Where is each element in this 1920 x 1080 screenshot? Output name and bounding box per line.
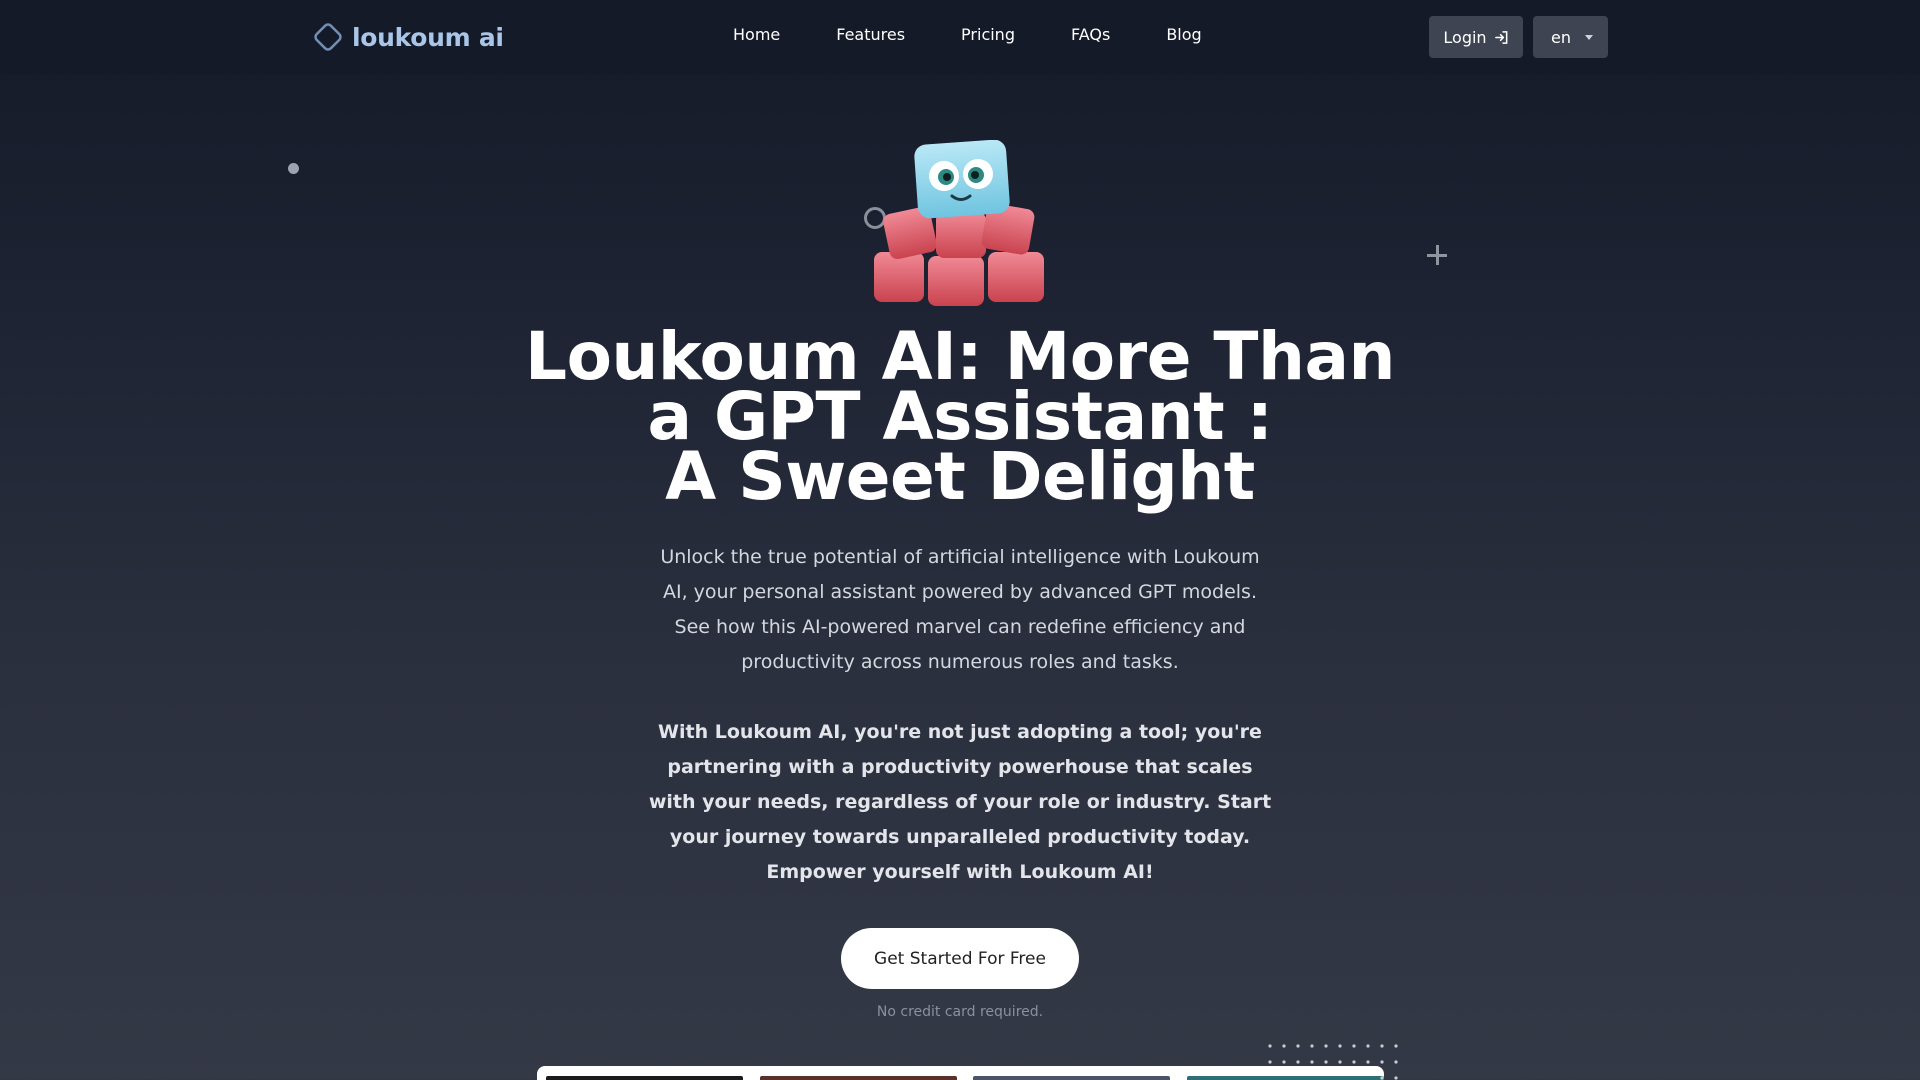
nav-link-features[interactable]: Features [836, 25, 905, 44]
mascot-illustration [874, 140, 1044, 306]
hero-title-line: A Sweet Delight [665, 438, 1255, 515]
hero-title: Loukoum AI: More Than a GPT Assistant : … [460, 324, 1460, 515]
preview-thumbnail[interactable] [546, 1076, 743, 1080]
hero-description-bold: With Loukoum AI, you're not just adoptin… [648, 721, 1272, 883]
diamond-logo-icon [314, 23, 342, 51]
nav-link-home[interactable]: Home [733, 25, 780, 44]
language-label: en [1551, 27, 1571, 47]
preview-thumbnail[interactable] [973, 1076, 1170, 1080]
nav-link-blog[interactable]: Blog [1166, 25, 1201, 44]
login-button[interactable]: Login [1429, 16, 1523, 58]
language-dropdown[interactable]: en [1533, 16, 1608, 58]
get-started-button[interactable]: Get Started For Free [841, 928, 1079, 989]
brand-logo-link[interactable]: loukoum ai [310, 19, 504, 55]
caret-down-icon [1584, 34, 1593, 40]
nav-link-faqs[interactable]: FAQs [1071, 25, 1110, 44]
cta-note: No credit card required. [876, 1004, 1044, 1020]
main-nav: Home Features Pricing FAQs Blog [733, 25, 1202, 44]
sign-in-arrow-icon [1494, 30, 1507, 44]
login-label: Login [1443, 27, 1487, 47]
brand-name: loukoum ai [352, 22, 504, 52]
navbar: loukoum ai Home Features Pricing FAQs Bl… [0, 0, 1920, 74]
hero-description: Unlock the true potential of artificial … [660, 546, 1260, 673]
preview-thumbnail[interactable] [760, 1076, 957, 1080]
decor-dot-icon [288, 163, 299, 174]
nav-link-pricing[interactable]: Pricing [961, 25, 1015, 44]
decor-dot-grid-icon [1268, 1044, 1398, 1080]
decor-plus-icon [1425, 243, 1449, 267]
